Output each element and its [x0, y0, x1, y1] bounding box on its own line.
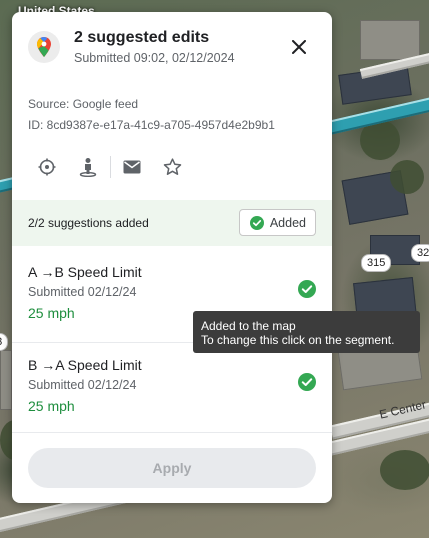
tree [390, 160, 424, 194]
source-text: Source: Google feed [28, 97, 139, 111]
suggestion-date: Submitted 02/12/24 [28, 378, 137, 392]
suggestions-count: 2/2 suggestions added [28, 216, 149, 230]
tooltip: Added to the map To change this click on… [193, 311, 420, 353]
road-number-badge: 315 [361, 254, 392, 272]
panel-toolbar [28, 152, 191, 182]
list-divider [12, 432, 332, 433]
street-view-button[interactable] [66, 152, 110, 182]
panel-subtitle: Submitted 09:02, 02/12/2024 [74, 51, 235, 65]
favorite-button[interactable] [153, 152, 191, 182]
close-icon [292, 40, 306, 54]
email-button[interactable] [111, 152, 153, 182]
tooltip-line-1: Added to the map [201, 319, 296, 333]
suggestions-status-bar: 2/2 suggestions added Added [12, 200, 332, 246]
building [0, 350, 12, 410]
edit-metadata: Source: Google feed ID: 8cd9387e-e17a-41… [28, 94, 275, 136]
panel-title: 2 suggested edits [74, 29, 210, 46]
building [360, 20, 420, 60]
edit-id-text[interactable]: ID: 8cd9387e-e17a-41c9-a705-4957d4e2b9b1 [28, 115, 275, 136]
check-circle-icon [298, 373, 316, 391]
locate-button[interactable] [28, 152, 66, 182]
google-maps-logo-icon [28, 31, 60, 63]
road-number-badge: 43 [0, 333, 9, 351]
suggested-edits-panel: 2 suggested edits Submitted 09:02, 02/12… [12, 12, 332, 503]
star-icon [163, 158, 181, 175]
tooltip-line-2: To change this click on the segment. [201, 333, 395, 347]
tree [380, 450, 429, 490]
suggestion-value: 25 mph [28, 398, 75, 414]
street-view-icon [79, 158, 97, 177]
added-button[interactable]: Added [238, 209, 316, 236]
crosshair-icon [38, 158, 56, 176]
suggestion-date: Submitted 02/12/24 [28, 285, 137, 299]
check-circle-icon [249, 215, 264, 230]
close-button[interactable] [288, 36, 310, 58]
suggestion-item[interactable]: B →A Speed Limit Submitted 02/12/24 25 m… [12, 342, 332, 434]
check-circle-icon [298, 280, 316, 298]
mail-icon [123, 160, 141, 174]
added-button-label: Added [269, 215, 306, 230]
suggestion-value: 25 mph [28, 305, 75, 321]
suggestion-title: A →B Speed Limit [28, 264, 142, 280]
suggestion-title: B →A Speed Limit [28, 357, 142, 373]
apply-button[interactable]: Apply [28, 448, 316, 488]
road-number-badge: 32 [411, 244, 429, 262]
panel-header: 2 suggested edits Submitted 09:02, 02/12… [12, 12, 332, 82]
